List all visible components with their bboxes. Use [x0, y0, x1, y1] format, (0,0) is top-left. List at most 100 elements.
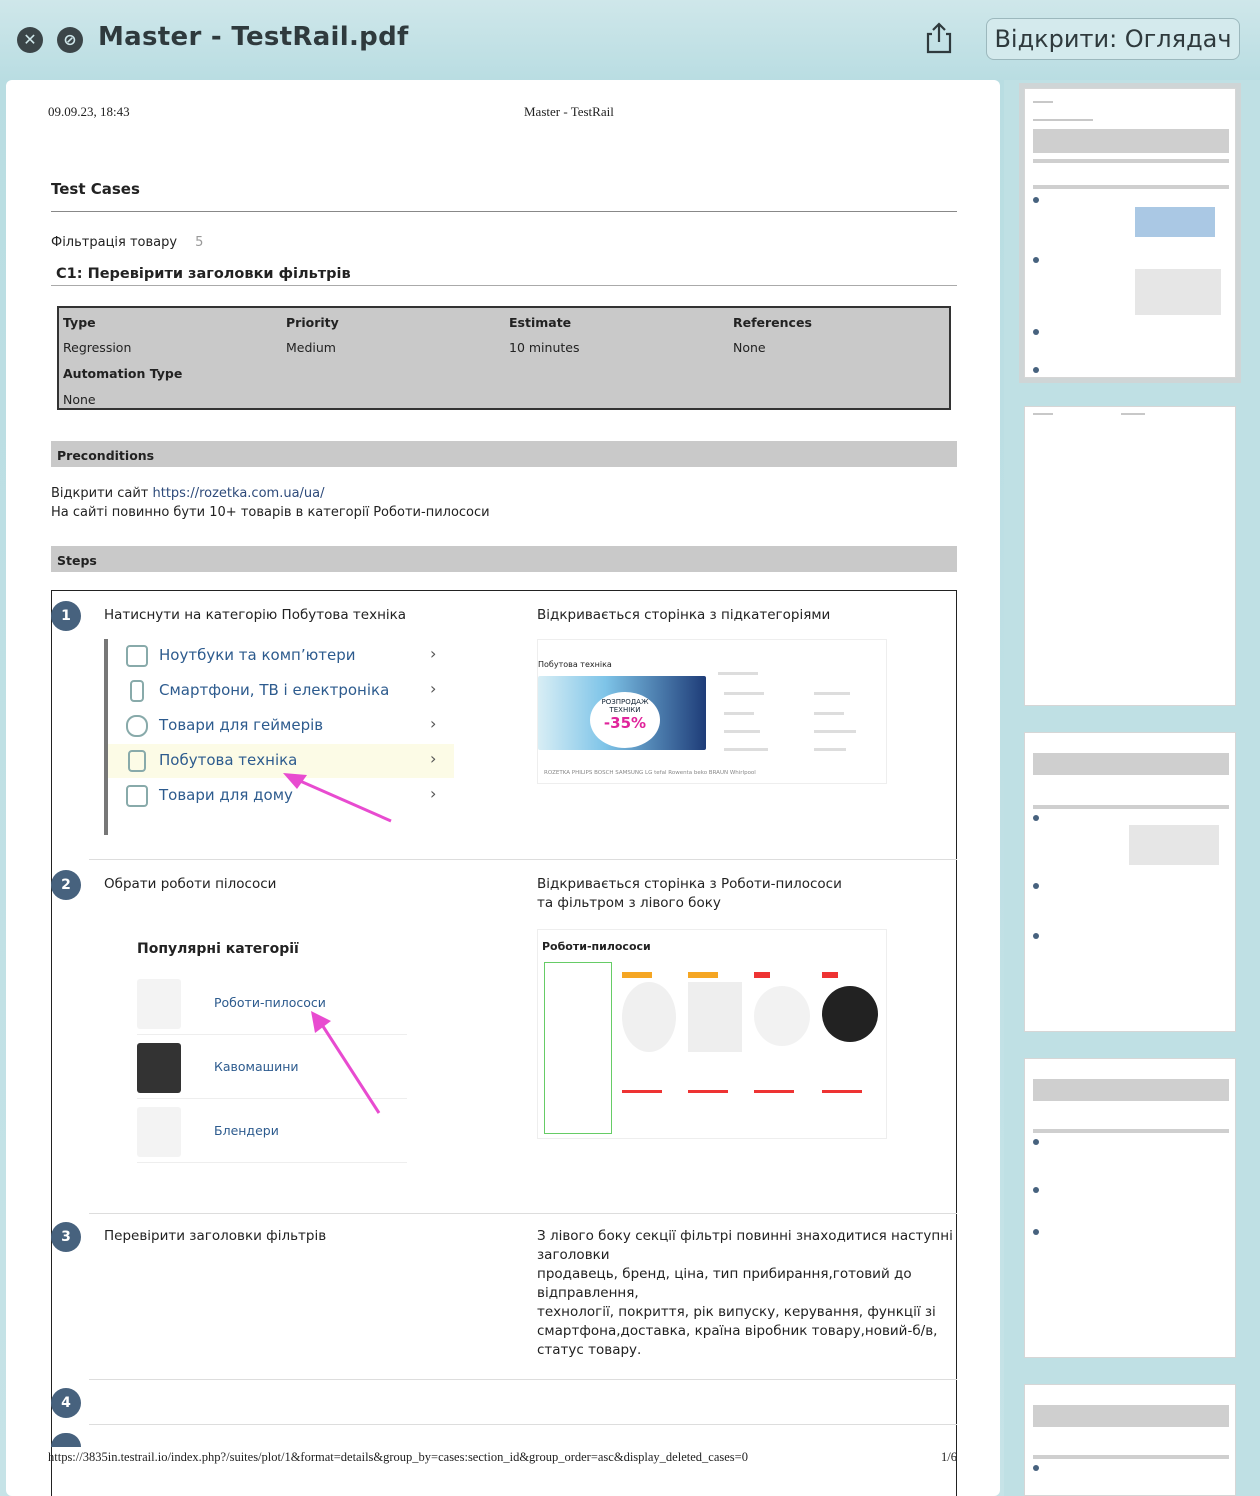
thumb-block [1033, 1079, 1229, 1101]
thumb-block [1033, 129, 1229, 153]
step-number-badge: 3 [51, 1222, 81, 1252]
divider [51, 285, 957, 286]
step-3-expected-line: заголовки [537, 1247, 610, 1263]
pdf-page: 09.09.23, 18:43 Master - TestRail Test C… [6, 80, 1000, 1496]
thumb-image [1129, 825, 1219, 865]
close-icon[interactable]: ✕ [17, 27, 43, 53]
category-name: Роботи-пилососи [214, 995, 326, 1010]
armchair-icon [126, 785, 148, 807]
thumb-dot [1033, 883, 1039, 889]
thumb-block [1033, 753, 1229, 775]
thumb-block [1033, 1129, 1229, 1133]
thumb-block [1033, 159, 1229, 163]
automation-value: None [63, 392, 96, 407]
title-bar: ✕ ⊘ Master - TestRail.pdf Відкрити: Огля… [0, 0, 1260, 80]
text-placeholder [724, 692, 764, 695]
print-date: 09.09.23, 18:43 [48, 104, 130, 119]
section-title: Фільтрація товару 5 [51, 235, 203, 250]
rozetka-link[interactable]: https://rozetka.com.ua/ua/ [153, 486, 325, 501]
category-menu-screenshot: Ноутбуки та комп’ютери › Смартфони, ТВ і … [104, 639, 454, 835]
shot2-title: Роботи-пилососи [542, 940, 651, 953]
step-2-expected-line2: та фільтром з лівого боку [537, 895, 721, 911]
thumb-dot [1033, 367, 1039, 373]
product-image [622, 982, 676, 1052]
step-3-expected-line: продавець, бренд, ціна, тип прибирання,г… [537, 1266, 912, 1282]
sale-badge: РОЗПРОДАЖ ТЕХНІКИ -35% [590, 692, 660, 748]
text-placeholder [814, 712, 844, 715]
price [688, 1090, 728, 1093]
step-3-expected-line: смартфона,доставка, країна віробник това… [537, 1323, 938, 1339]
thumb-dot [1033, 933, 1039, 939]
menu-item: Товари для дому › [108, 779, 454, 813]
thumb-image [1135, 269, 1221, 315]
menu-item: Смартфони, ТВ і електроніка › [108, 674, 454, 708]
thumb-dot [1033, 257, 1039, 263]
thumbnail-sidebar [1004, 80, 1260, 1496]
menu-item-highlighted: Побутова техніка › [108, 744, 454, 778]
step-number-badge: 2 [51, 870, 81, 900]
type-value: Regression [63, 340, 132, 355]
menu-item-label: Смартфони, ТВ і електроніка [159, 681, 390, 699]
chevron-right-icon: › [430, 784, 437, 803]
thumb-dot [1033, 1465, 1039, 1471]
thumb-line [1121, 413, 1145, 415]
menu-item-label: Побутова техніка [159, 751, 298, 769]
window-title: Master - TestRail.pdf [98, 22, 409, 52]
thumb-line [1033, 101, 1053, 103]
robot-vacuum-image [137, 979, 181, 1029]
thumb-dot [1033, 1187, 1039, 1193]
category-row: Роботи-пилососи [137, 973, 407, 1035]
page-thumbnail-4[interactable] [1024, 1058, 1236, 1358]
robot-vacuums-page-screenshot: Роботи-пилососи [537, 929, 887, 1139]
popular-heading: Популярні категорії [137, 941, 299, 957]
text-placeholder [814, 730, 856, 733]
blender-image [137, 1107, 181, 1157]
preconditions-header: Preconditions [51, 441, 957, 467]
automation-label: Automation Type [63, 366, 183, 381]
estimate-label: Estimate [509, 315, 572, 330]
preconditions-text: Відкрити сайт https://rozetka.com.ua/ua/… [51, 484, 490, 522]
share-icon[interactable] [924, 22, 954, 54]
step-1-action: Натиснути на категорію Побутова техніка [104, 607, 407, 623]
menu-item-label: Ноутбуки та комп’ютери [159, 646, 356, 664]
badge [688, 972, 718, 978]
thumb-dot [1033, 197, 1039, 203]
footer-page-number: 1/6 [941, 1450, 957, 1464]
step-3-expected-line: З лівого боку секції фільтрі повинні зна… [537, 1228, 953, 1244]
laptop-icon [126, 645, 148, 667]
step-1-expected: Відкривається сторінка з підкатегоріями [537, 607, 831, 623]
test-cases-heading: Test Cases [51, 180, 140, 198]
thumb-block [1033, 185, 1229, 189]
step-2-expected-line1: Відкривається сторінка з Роботи-пилососи [537, 876, 842, 892]
page-thumbnail-3[interactable] [1024, 732, 1236, 1032]
menu-item: Ноутбуки та комп’ютери › [108, 639, 454, 673]
menu-item-label: Товари для дому [159, 786, 293, 804]
badge [622, 972, 652, 978]
appliances-page-screenshot: Побутова техніка РОЗПРОДАЖ ТЕХНІКИ -35% … [537, 639, 887, 784]
text-placeholder [718, 672, 758, 675]
text-placeholder [814, 748, 846, 751]
step-3-expected-line: технології, покриття, рік випуску, керув… [537, 1304, 936, 1320]
thumb-block [1033, 805, 1229, 809]
page-thumbnail-2[interactable] [1024, 406, 1236, 706]
page-thumbnail-5[interactable] [1024, 1384, 1236, 1496]
text-placeholder [724, 712, 754, 715]
step-separator [89, 859, 957, 860]
markup-icon[interactable]: ⊘ [57, 27, 83, 53]
menu-item-label: Товари для геймерів [159, 716, 324, 734]
phone-icon [130, 680, 144, 702]
chevron-right-icon: › [430, 714, 437, 733]
thumb-block [1033, 1405, 1229, 1427]
badge [754, 972, 770, 978]
price [622, 1090, 662, 1093]
priority-label: Priority [286, 315, 339, 330]
chevron-right-icon: › [430, 749, 437, 768]
page-thumbnail-1[interactable] [1019, 83, 1241, 383]
step-3-action: Перевірити заголовки фільтрів [104, 1228, 327, 1244]
divider [51, 211, 957, 212]
step-separator [89, 1424, 957, 1425]
thumb-dot [1033, 1139, 1039, 1145]
step-number-badge: 4 [51, 1388, 81, 1418]
washer-icon [128, 750, 146, 772]
open-in-preview-button[interactable]: Відкрити: Оглядач [986, 18, 1240, 60]
